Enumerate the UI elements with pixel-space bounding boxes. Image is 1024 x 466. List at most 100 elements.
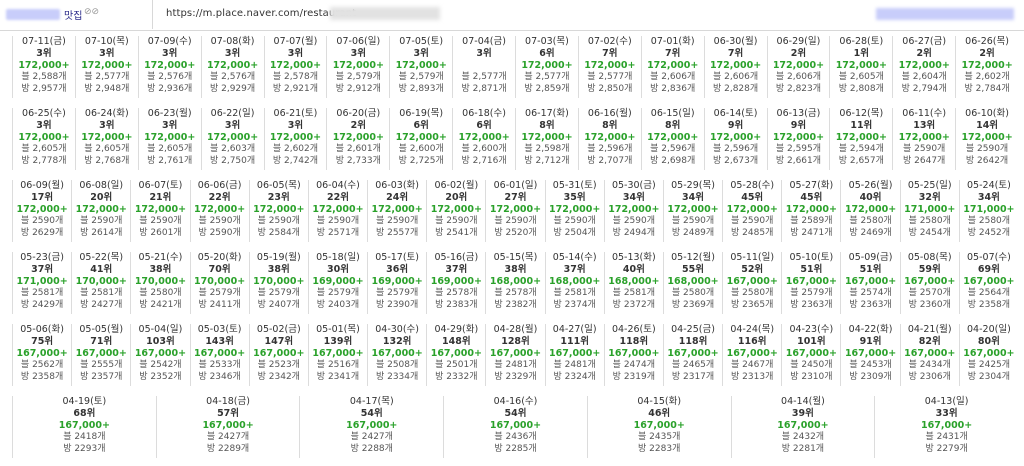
cell-blog-count: 블 2574개	[849, 288, 892, 298]
cell-price: 167,000+	[921, 420, 973, 431]
cell-blog-count: 블 2564개	[967, 288, 1011, 298]
cell-blog-count: 블 2590개	[553, 216, 596, 226]
cell-rank: 36위	[386, 264, 409, 275]
rank-cell: 06-07(토) 21위 172,000+ 블 2590개 방 2601개	[130, 180, 189, 242]
cell-blog-count: 블 2,601개	[335, 144, 381, 154]
url-text[interactable]: https://m.place.naver.com/restaurant	[166, 8, 356, 19]
rank-cell: 04-24(목) 116위 167,000+ 블 2467개 방 2313개	[722, 324, 781, 386]
rank-cell: 06-17(화) 8위 172,000+ 블 2,598개 방 2,712개	[515, 108, 578, 170]
cell-price: 167,000+	[430, 348, 482, 359]
cell-price: 172,000+	[521, 60, 573, 71]
rank-cell: 05-03(토) 143위 167,000+ 블 2533개 방 2346개	[189, 324, 249, 386]
cell-blog-count: 블 2,606개	[775, 72, 822, 82]
rank-cell: 06-12(목) 11위 172,000+ 블 2,594개 방 2,657개	[829, 108, 892, 170]
rank-cell: 05-02(금) 147위 167,000+ 블 2523개 방 2342개	[248, 324, 308, 386]
cell-rank: 143위	[205, 336, 234, 347]
rank-cell: 04-27(일) 111위 167,000+ 블 2481개 방 2324개	[544, 324, 604, 386]
cell-blog-count: 블 2581개	[80, 288, 123, 298]
cell-rank: 3위	[287, 120, 304, 131]
cell-blog-count: 블 2579개	[790, 288, 833, 298]
rank-cell: 05-16(금) 37위 169,000+ 블 2578개 방 2383개	[426, 252, 485, 314]
cell-blog-count: 블 2467개	[731, 360, 774, 370]
cell-blog-count: 블 2,605개	[21, 144, 67, 154]
rank-cell: 06-02(월) 20위 172,000+ 블 2590개 방 2541개	[426, 180, 485, 242]
cell-blog-count: 블 2,579개	[398, 72, 444, 82]
cell-price: 172,000+	[269, 132, 322, 143]
cell-date: 05-11(일)	[730, 252, 775, 263]
cell-price: 172,000+	[332, 132, 384, 143]
cell-price: 172,000+	[726, 204, 778, 215]
cell-date: 07-03(목)	[525, 36, 569, 47]
rank-cell: 07-02(수) 7위 172,000+ 블 2,577개 방 2,850개	[577, 36, 641, 98]
rank-cell: 06-27(금) 2위 172,000+ 블 2,604개 방 2,794개	[892, 36, 955, 98]
cell-visit-count: 방 2293개	[63, 443, 106, 454]
tab-title-area[interactable]: 맛집 ⊘⊘	[0, 0, 153, 29]
cell-visit-count: 방 2407개	[257, 299, 300, 310]
cell-blog-count: 블 2,577개	[461, 72, 507, 82]
cell-blog-count: 블 2590개	[257, 216, 300, 226]
cell-blog-count: 블 2580개	[849, 216, 892, 226]
rank-cell: 05-30(금) 34위 172,000+ 블 2590개 방 2494개	[603, 180, 663, 242]
cell-visit-count: 방 2,808개	[838, 83, 884, 94]
cell-price: 169,000+	[312, 276, 364, 287]
cell-date: 04-29(화)	[434, 324, 479, 335]
cell-date: 06-02(월)	[434, 180, 479, 191]
cell-price: 172,000+	[898, 60, 950, 71]
cell-rank: 17위	[31, 192, 54, 203]
rank-cell: 05-09(금) 51위 167,000+ 블 2574개 방 2363개	[840, 252, 899, 314]
cell-visit-count: 방 2,859개	[524, 83, 570, 94]
rank-cell: 07-04(금) 3위 블 2,577개 방 2,871개	[452, 36, 515, 98]
cell-rank: 3위	[162, 48, 178, 59]
cell-price: 172,000+	[312, 204, 364, 215]
cell-rank: 8위	[539, 120, 555, 131]
cell-date: 07-10(목)	[84, 36, 129, 47]
rank-cell: 05-04(일) 103위 167,000+ 블 2542개 방 2352개	[130, 324, 189, 386]
cell-rank: 91위	[859, 336, 882, 347]
cell-rank: 128위	[501, 336, 530, 347]
cell-blog-count: 블 2,594개	[838, 144, 884, 154]
cell-blog-count: 블 2579개	[316, 288, 360, 298]
cell-date: 05-18(일)	[316, 252, 360, 263]
cell-blog-count: 블 2,605개	[147, 144, 193, 154]
cell-date: 04-24(목)	[730, 324, 775, 335]
cell-price: 172,000+	[647, 132, 699, 143]
cell-blog-count: 블 2,576개	[209, 72, 256, 82]
cell-visit-count: 방 2,733개	[335, 155, 381, 166]
cell-price: 172,000+	[206, 132, 259, 143]
cell-date: 06-06(금)	[197, 180, 242, 191]
cell-date: 05-31(토)	[552, 180, 597, 191]
cell-date: 05-08(목)	[907, 252, 952, 263]
cell-date: 06-09(월)	[20, 180, 64, 191]
cell-rank: 2위	[979, 48, 995, 59]
cell-rank: 2위	[790, 48, 807, 59]
cell-visit-count: 방 2304개	[967, 371, 1011, 382]
cell-date: 05-28(수)	[730, 180, 775, 191]
cell-date: 05-14(수)	[552, 252, 597, 263]
tab-title: 맛집	[64, 11, 83, 22]
cell-visit-count: 방 2584개	[257, 227, 300, 238]
cell-date: 04-22(화)	[848, 324, 893, 335]
redacted-right-text	[876, 8, 1014, 20]
cell-visit-count: 방 2,794개	[901, 83, 947, 94]
cell-visit-count: 방 2541개	[435, 227, 478, 238]
cell-rank: 6위	[539, 48, 555, 59]
cell-blog-count: 블 2579개	[198, 288, 241, 298]
rank-cell: 06-19(목) 6위 172,000+ 블 2,600개 방 2,725개	[389, 108, 452, 170]
cell-blog-count: 블 2590개	[198, 216, 241, 226]
rank-cell: 06-26(목) 2위 172,000+ 블 2,602개 방 2,784개	[955, 36, 1018, 98]
cell-rank: 8위	[665, 120, 681, 131]
cell-date: 06-22(일)	[210, 108, 255, 119]
cell-rank: 116위	[737, 336, 767, 347]
cell-price: 172,000+	[395, 132, 447, 143]
cell-rank: 51위	[859, 264, 882, 275]
rank-cell: 05-07(수) 69위 167,000+ 블 2564개 방 2358개	[958, 252, 1018, 314]
rank-cell: 04-18(금) 57위 167,000+ 블 2427개 방 2289개	[155, 396, 300, 458]
cell-date: 05-15(목)	[493, 252, 538, 263]
cell-visit-count: 방 2309개	[849, 371, 892, 382]
cell-price: 172,000+	[193, 204, 246, 215]
cell-date: 04-26(토)	[611, 324, 656, 335]
cell-visit-count: 방 2629개	[20, 227, 64, 238]
cell-price: 172,000+	[144, 132, 196, 143]
cell-rank: 13위	[913, 120, 936, 131]
cell-date: 06-08(일)	[79, 180, 124, 191]
